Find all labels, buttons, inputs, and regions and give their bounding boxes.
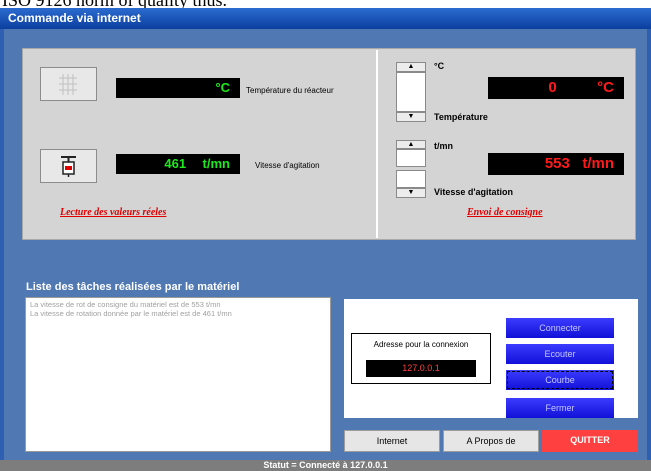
quit-button[interactable]: QUITTER [542,430,638,452]
tasks-list[interactable]: La vitesse de rot de consigne du matérie… [25,297,331,452]
arrow-up-icon: ▲ [407,141,415,148]
listen-button[interactable]: Ecouter [506,344,614,364]
thermometer-button[interactable] [40,67,97,101]
temp-setpoint-unit: °C [597,79,614,96]
arrow-down-icon: ▼ [407,189,415,196]
speed-reading-value: 461 [164,156,187,171]
address-box: Adresse pour la connexion 127.0.0.1 [351,333,491,384]
caption-text: ISO 9126 norm of quality thus. [0,0,651,8]
address-input[interactable]: 127.0.0.1 [366,360,476,377]
temperature-reading-display: °C [116,78,240,98]
grid-icon [59,74,77,95]
speed-setpoint-display: 553 t/mn [488,153,624,175]
speed-reading-label: Vitesse d'agitation [255,161,320,170]
panel-divider [376,50,378,238]
temp-setpoint-display: 0 °C [488,77,624,99]
speed-setpoint-label: Vitesse d'agitation [434,187,513,197]
speed-setpoint-unit-label: t/mn [434,141,453,151]
speed-setpoint-field[interactable] [396,149,426,167]
speed-reading-display: 461 t/mn [116,154,240,174]
arrow-up-icon: ▲ [407,63,415,70]
temp-spin-down[interactable]: ▼ [396,112,426,122]
tasks-title: Liste des tâches réalisées par le matéri… [26,281,240,293]
speed-spin-up[interactable]: ▲ [396,140,426,149]
agitator-icon [61,156,76,177]
window-title: Commande via internet [0,8,651,29]
list-item: La vitesse de rot de consigne du matérie… [30,300,221,309]
status-bar: Statut = Connecté à 127.0.0.1 [0,460,651,471]
speed-setpoint-unit: t/mn [582,155,614,172]
internet-button[interactable]: Internet [344,430,440,452]
speed-setpoint-field-2[interactable] [396,170,426,188]
list-item: La vitesse de rotation donnée par le mat… [30,309,232,318]
about-button[interactable]: A Propos de [443,430,539,452]
temp-spin-up[interactable]: ▲ [396,62,426,72]
speed-reading-unit: t/mn [202,156,230,171]
temperature-reading-label: Température du réacteur [246,86,334,95]
temp-setpoint-field[interactable] [396,72,426,112]
arrow-down-icon: ▼ [407,113,415,120]
temp-setpoint-label: Température [434,112,488,122]
temperature-reading-value: °C [215,80,230,95]
speed-setpoint-value: 553 [544,155,570,172]
address-label: Adresse pour la connexion [373,340,469,349]
send-setpoint-link[interactable]: Envoi de consigne [467,207,543,218]
read-values-link[interactable]: Lecture des valeurs réeles [60,207,166,218]
connect-button[interactable]: Connecter [506,318,614,338]
speed-spin-down[interactable]: ▼ [396,188,426,198]
close-button[interactable]: Fermer [506,398,614,418]
agitator-button[interactable] [40,149,97,183]
temp-setpoint-unit-label: °C [434,61,445,71]
curve-button[interactable]: Courbe [506,370,614,390]
temp-setpoint-value: 0 [548,79,557,96]
